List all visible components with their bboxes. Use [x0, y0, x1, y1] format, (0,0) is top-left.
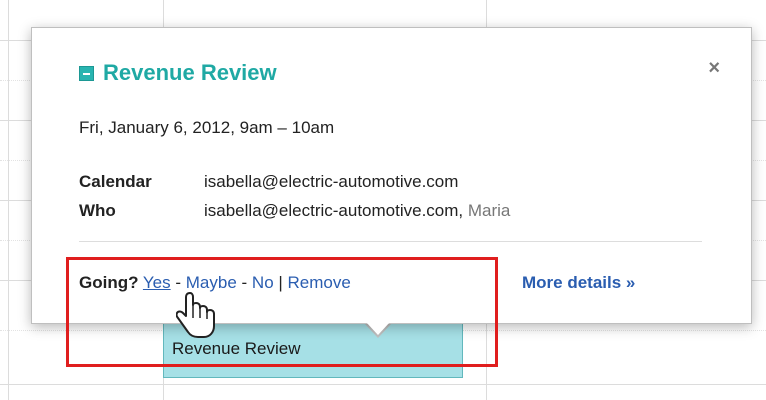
- hand-pointer-icon: [176, 292, 215, 338]
- who-value: isabella@electric-automotive.com,: [204, 201, 464, 220]
- calendar-label: Calendar: [79, 172, 152, 191]
- who-row: Who isabella@electric-automotive.com, Ma…: [79, 201, 510, 221]
- grid-line: [0, 384, 766, 385]
- close-icon[interactable]: ×: [708, 57, 720, 80]
- event-title-row: Revenue Review: [79, 60, 277, 86]
- event-datetime: Fri, January 6, 2012, 9am – 10am: [79, 118, 335, 137]
- popup-divider: [79, 241, 702, 242]
- grid-column-line: [8, 0, 9, 400]
- calendar-row: Calendar isabella@electric-automotive.co…: [79, 172, 458, 192]
- highlight-annotation-box: [66, 257, 498, 367]
- event-title: Revenue Review: [103, 60, 277, 85]
- calendar-color-icon[interactable]: [79, 65, 94, 81]
- who-label: Who: [79, 201, 116, 220]
- calendar-value: isabella@electric-automotive.com: [204, 172, 459, 191]
- who-extra-guest: Maria: [467, 201, 511, 220]
- more-details-link[interactable]: More details »: [522, 273, 635, 293]
